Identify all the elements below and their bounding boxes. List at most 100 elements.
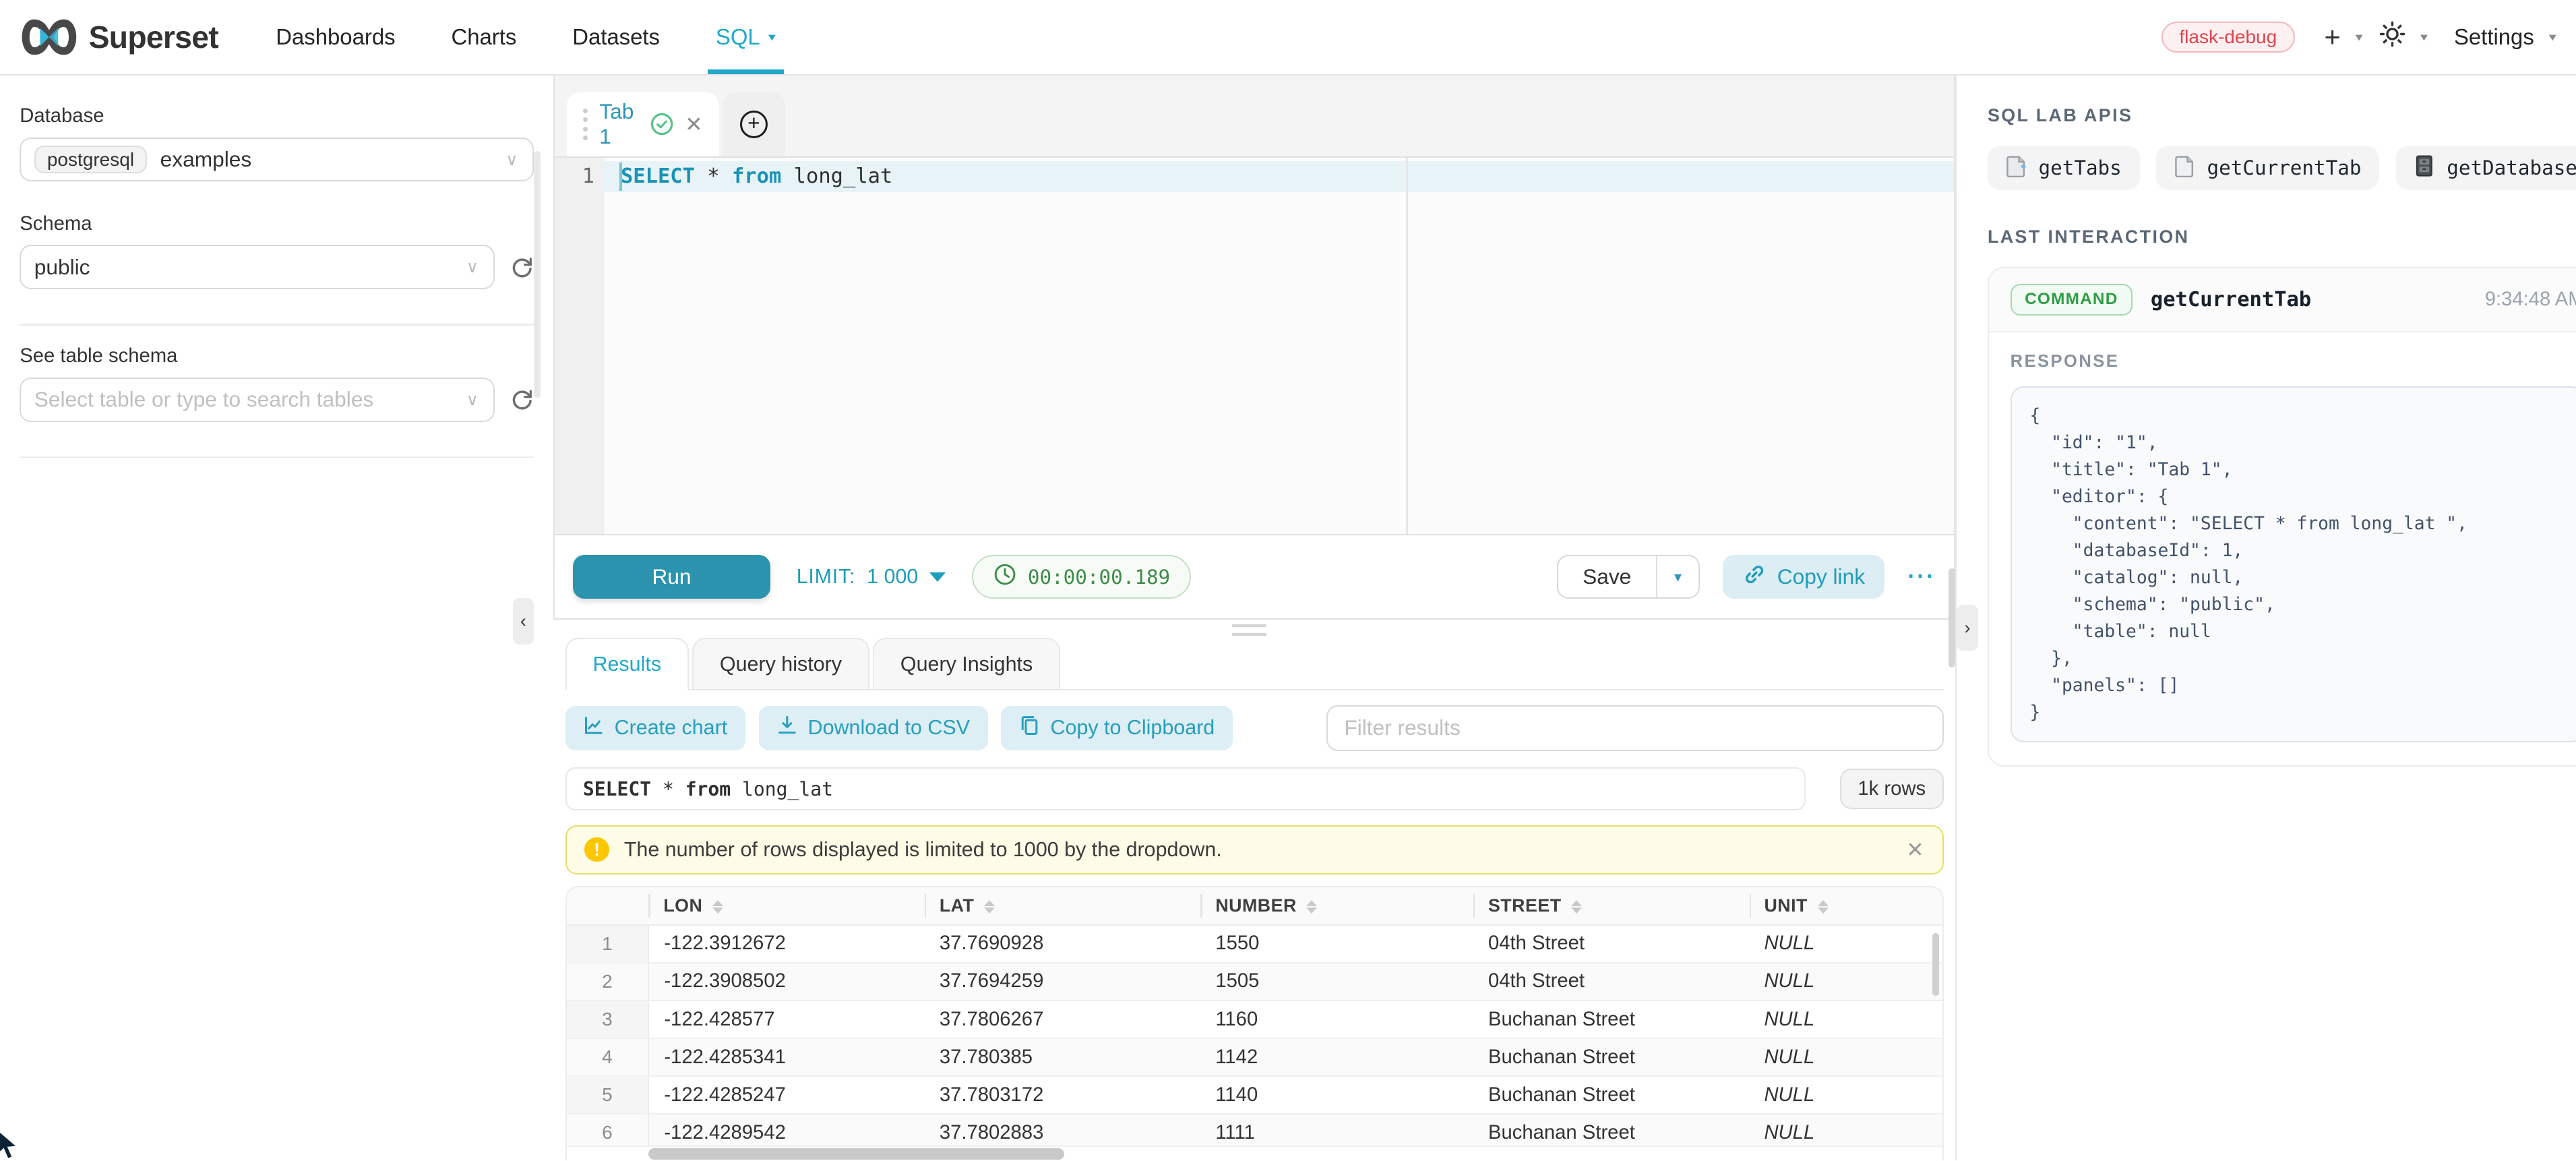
content: Database postgresql examples ∨ Schema pu… <box>0 76 2576 1160</box>
results-tabs: Results Query history Query Insights <box>565 636 1944 690</box>
main-panel-scrollbar[interactable] <box>1949 568 1955 667</box>
table-select[interactable]: Select table or type to search tables ∨ <box>20 378 494 422</box>
results-section: Results Query history Query Insights Cre… <box>553 636 1955 1160</box>
schema-select[interactable]: public ∨ <box>20 245 494 289</box>
filter-results-input[interactable] <box>1326 705 1944 751</box>
navbar: Superset Dashboards Charts Datasets SQL▾… <box>0 0 2576 76</box>
column-header-unit[interactable]: UNIT <box>1750 887 1942 925</box>
sql-lab-api-panel: SQL LAB APIS getTabs <box>1955 76 2576 1160</box>
save-split-button: Save ▾ <box>1557 555 1700 599</box>
table-horizontal-scrollbar[interactable] <box>648 1148 1064 1160</box>
more-actions-button[interactable]: ··· <box>1907 564 1935 590</box>
save-button[interactable]: Save <box>1558 556 1656 598</box>
get-tabs-button[interactable]: getTabs <box>1988 146 2140 190</box>
new-item-button[interactable]: + ▾ <box>2311 21 2363 53</box>
command-timestamp: 9:34:48 AM <box>2485 289 2576 311</box>
pane-resize-divider[interactable] <box>553 620 1955 636</box>
chevron-down-icon: ∨ <box>466 390 479 410</box>
table-header-row: LON LAT NUMBER STREET UNIT <box>567 887 1942 925</box>
interaction-card-header: COMMAND getCurrentTab 9:34:48 AM <box>1989 268 2576 332</box>
get-current-tab-button[interactable]: getCurrentTab <box>2156 146 2379 190</box>
close-warning-icon[interactable]: ✕ <box>1906 837 1924 862</box>
command-name: getCurrentTab <box>2151 288 2311 311</box>
query-tab[interactable]: Tab 1 ✕ <box>567 92 720 156</box>
sql-statement: SELECT * from long_lat <box>605 161 1954 192</box>
column-header-lat[interactable]: LAT <box>925 887 1201 925</box>
add-tab-button[interactable]: + <box>740 111 768 138</box>
column-header-number[interactable]: NUMBER <box>1200 887 1473 925</box>
sort-icon[interactable] <box>1818 900 1829 914</box>
superset-logo-icon <box>20 18 79 56</box>
tab-query-history[interactable]: Query history <box>692 638 869 690</box>
mouse-cursor <box>0 1127 22 1160</box>
create-chart-button[interactable]: Create chart <box>565 706 746 750</box>
limit-dropdown[interactable]: LIMIT: 1 000 <box>797 565 946 589</box>
resize-grip-icon[interactable] <box>1232 624 1266 636</box>
close-tab-icon[interactable]: ✕ <box>685 112 703 137</box>
nav-datasets[interactable]: Datasets <box>545 0 688 74</box>
sort-icon[interactable] <box>712 900 723 914</box>
run-query-button[interactable]: Run <box>573 555 770 599</box>
query-timer: 00:00:00.189 <box>972 555 1191 599</box>
last-interaction-card: COMMAND getCurrentTab 9:34:48 AM RESPONS… <box>1988 267 2576 767</box>
new-tab-area: + <box>723 92 785 156</box>
table-row: 2 -122.390850237.7694259 150504th Street… <box>567 963 1942 1001</box>
chevron-down-icon: ▾ <box>768 30 776 44</box>
sql-code-editor[interactable]: 1 SELECT * from long_lat <box>555 158 1953 534</box>
row-limit-warning: ! The number of rows displayed is limite… <box>565 825 1944 874</box>
chevron-down-icon: ∨ <box>505 150 518 170</box>
tab-results[interactable]: Results <box>565 638 689 690</box>
get-databases-button[interactable]: getDatabases <box>2396 146 2576 190</box>
refresh-schemas-icon[interactable] <box>510 255 534 280</box>
table-row: 4 -122.428534137.780385 1142Buchanan Str… <box>567 1038 1942 1076</box>
sort-icon[interactable] <box>984 900 995 914</box>
link-icon <box>1743 563 1766 591</box>
table-vertical-scrollbar[interactable] <box>1932 933 1939 996</box>
save-options-caret[interactable]: ▾ <box>1656 556 1698 598</box>
sql-editor-panel: Tab 1 ✕ + 1 <box>553 76 1955 1160</box>
caret-down-icon <box>929 572 946 582</box>
collapse-api-panel-handle[interactable]: › <box>1957 605 1978 651</box>
chevron-down-icon: ▾ <box>2549 30 2556 44</box>
database-label: Database <box>20 105 534 127</box>
refresh-tables-icon[interactable] <box>510 387 534 412</box>
query-preview-row: SELECT * from long_lat 1k rows <box>565 767 1944 810</box>
file-cabinet-icon <box>2414 154 2435 182</box>
table-schema-label: See table schema <box>20 345 534 367</box>
row-number-header <box>567 887 649 925</box>
chevron-down-icon: ∨ <box>466 257 479 277</box>
schema-sidebar: Database postgresql examples ∨ Schema pu… <box>0 76 553 1160</box>
sort-icon[interactable] <box>1306 900 1317 914</box>
tab-query-insights[interactable]: Query Insights <box>873 638 1060 690</box>
nav-dashboards[interactable]: Dashboards <box>248 0 423 74</box>
nav-charts[interactable]: Charts <box>423 0 545 74</box>
column-header-lon[interactable]: LON <box>648 887 925 925</box>
database-select[interactable]: postgresql examples ∨ <box>20 138 534 182</box>
nav-sql[interactable]: SQL▾ <box>687 0 803 74</box>
column-header-street[interactable]: STREET <box>1473 887 1750 925</box>
table-row: 1 -122.391267237.7690928 155004th Street… <box>567 925 1942 963</box>
document-tabs-icon <box>2006 154 2027 182</box>
theme-toggle-button[interactable]: ▾ <box>2379 21 2428 54</box>
settings-menu[interactable]: Settings ▾ <box>2444 24 2556 50</box>
table-row: 3 -122.42857737.7806267 1160Buchanan Str… <box>567 1001 1942 1038</box>
tab-saved-check-icon <box>650 113 673 136</box>
active-nav-indicator <box>708 69 784 74</box>
collapse-sidebar-handle[interactable]: ‹ <box>513 598 534 644</box>
copy-icon <box>1019 715 1041 742</box>
plus-icon: + <box>2324 21 2340 53</box>
brand-name: Superset <box>89 19 218 55</box>
copy-to-clipboard-button[interactable]: Copy to Clipboard <box>1001 706 1233 750</box>
chevron-down-icon: ▾ <box>2356 30 2363 44</box>
download-csv-button[interactable]: Download to CSV <box>759 706 988 750</box>
db-engine-badge: postgresql <box>34 146 147 173</box>
drag-handle-icon[interactable] <box>583 109 588 141</box>
command-type-badge: COMMAND <box>2011 284 2133 316</box>
superset-brand[interactable]: Superset <box>20 18 218 56</box>
sidebar-scrollbar[interactable] <box>534 151 541 398</box>
sort-icon[interactable] <box>1571 900 1582 914</box>
row-count-badge: 1k rows <box>1840 769 1944 810</box>
copy-link-button[interactable]: Copy link <box>1723 555 1884 599</box>
sun-icon <box>2379 21 2405 54</box>
divider <box>20 324 534 325</box>
